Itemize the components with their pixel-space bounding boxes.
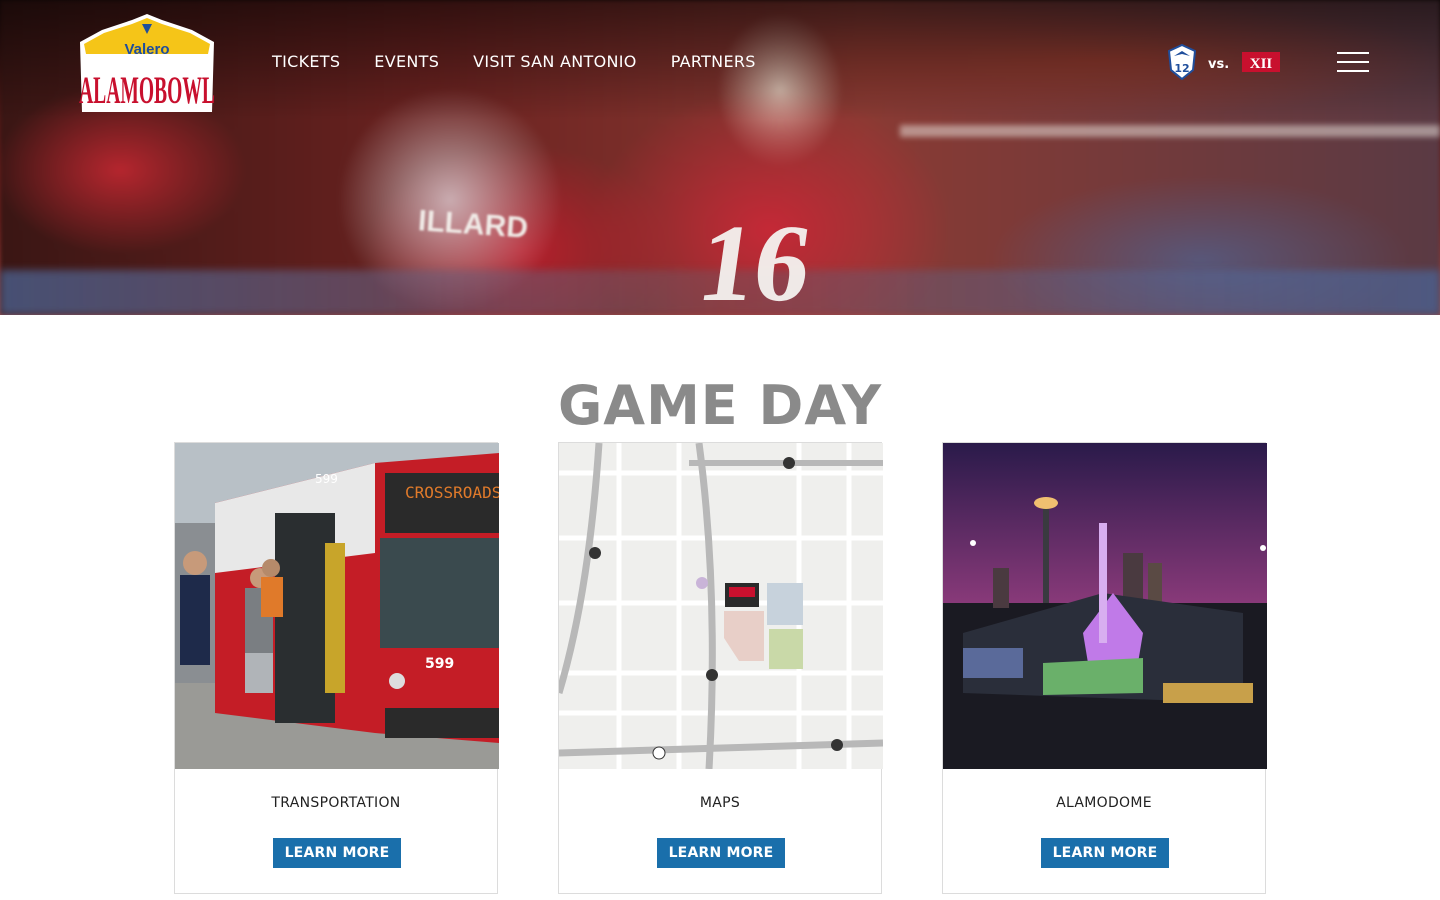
pac12-logo-icon: 12 [1167,43,1197,85]
card-title: MAPS [699,795,741,811]
nav-visit-san-antonio[interactable]: VISIT SAN ANTONIO [473,52,637,71]
map-image[interactable] [559,443,883,769]
hero-jersey-number: 16 [691,202,819,315]
card-title: ALAMODOME [1056,795,1152,811]
learn-more-button[interactable]: LEARN MORE [273,838,401,868]
alamodome-photo[interactable] [943,443,1267,769]
card-alamodome: ALAMODOME LEARN MORE [942,442,1267,894]
hamburger-menu-icon[interactable] [1337,52,1369,74]
hero-rail [900,125,1440,137]
vs-text: vs. [1208,57,1230,72]
card-maps: MAPS LEARN MORE [558,442,883,894]
learn-more-button[interactable]: LEARN MORE [1041,838,1169,868]
nav-tickets[interactable]: TICKETS [272,52,340,71]
nav-events[interactable]: EVENTS [374,52,439,71]
bus-photo[interactable]: CROSSROADS 599 599 [175,443,499,769]
logo-alamobowl-text: ALAMOBOWL [79,68,215,112]
card-transportation: CROSSROADS 599 599 TRANSPORTATION LEARN … [174,442,499,894]
svg-text:599: 599 [425,656,454,672]
card-title: TRANSPORTATION [271,795,401,811]
alamo-bowl-logo[interactable]: Valero ALAMOBOWL [72,12,222,122]
nav-partners[interactable]: PARTNERS [671,52,756,71]
logo-icon: Valero ALAMOBOWL [79,14,215,112]
svg-text:12: 12 [1174,62,1189,75]
svg-text:599: 599 [315,472,338,486]
svg-text:CROSSROADS: CROSSROADS [405,483,499,502]
page-title: GAME DAY [557,374,883,438]
svg-text:XII: XII [1250,56,1273,72]
logo-valero-text: Valero [124,41,169,58]
learn-more-button[interactable]: LEARN MORE [657,838,785,868]
matchup: 12 vs. XII [1167,43,1281,85]
big12-logo-icon: XII [1241,50,1281,79]
main-nav: TICKETS EVENTS VISIT SAN ANTONIO PARTNER… [272,52,756,71]
